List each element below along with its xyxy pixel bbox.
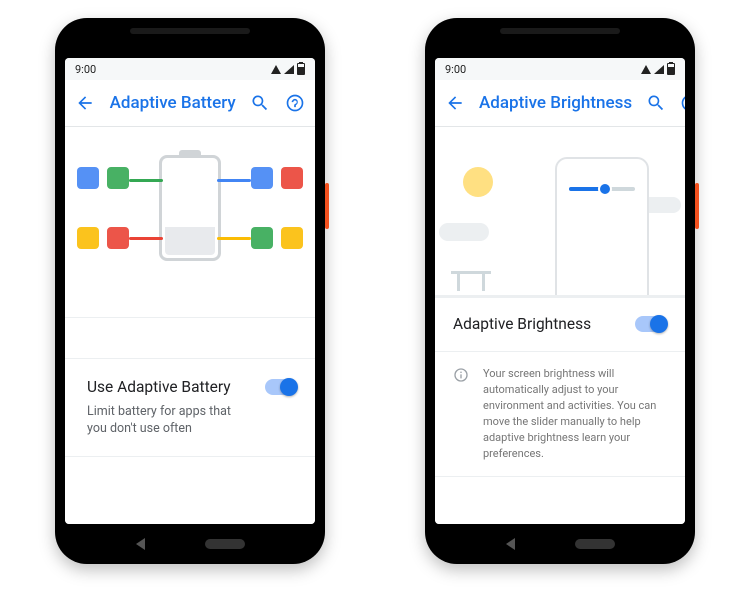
spacer (65, 318, 315, 359)
cloud-illustration (439, 223, 489, 241)
back-button[interactable] (445, 91, 465, 115)
setting-label: Adaptive Brightness (453, 314, 621, 335)
wire (217, 237, 251, 240)
toggle-adaptive-battery[interactable] (265, 379, 297, 395)
setting-row-adaptive-brightness[interactable]: Adaptive Brightness (435, 298, 685, 352)
setting-label: Use Adaptive Battery (87, 377, 251, 398)
status-bar: 9:00 (65, 58, 315, 80)
content-filler (435, 477, 685, 524)
app-bar: Adaptive Battery (65, 80, 315, 127)
app-tile (281, 227, 303, 249)
app-tile (77, 227, 99, 249)
nav-home-pill[interactable] (575, 539, 615, 549)
back-button[interactable] (75, 91, 96, 115)
power-button-accent (695, 183, 699, 229)
search-icon (250, 93, 270, 113)
battery-icon (667, 63, 675, 75)
battery-illustration (159, 155, 221, 261)
phone-illustration (555, 157, 649, 298)
content-filler (65, 457, 315, 524)
device-frame-left: 9:00 Adaptive Battery (55, 18, 325, 564)
screen-left: 9:00 Adaptive Battery (65, 58, 315, 524)
app-tile (281, 167, 303, 189)
screen-right: 9:00 Adaptive Brightness (435, 58, 685, 524)
signal-icon (284, 65, 294, 74)
app-tile (107, 227, 129, 249)
battery-icon (297, 63, 305, 75)
arrow-left-icon (445, 93, 465, 113)
nav-back-button[interactable] (506, 538, 515, 550)
earpiece (130, 28, 250, 34)
search-button[interactable] (250, 91, 271, 115)
info-text: Your screen brightness will automaticall… (483, 366, 667, 462)
search-button[interactable] (646, 91, 666, 115)
nav-bar (425, 532, 695, 556)
device-frame-right: 9:00 Adaptive Brightness (425, 18, 695, 564)
status-clock: 9:00 (445, 63, 466, 76)
status-clock: 9:00 (75, 63, 96, 76)
wifi-icon (641, 65, 651, 74)
help-button[interactable] (284, 91, 305, 115)
help-button[interactable] (680, 91, 685, 115)
wire (129, 179, 163, 182)
page-title: Adaptive Brightness (479, 93, 632, 113)
help-icon (285, 93, 305, 113)
search-icon (646, 93, 666, 113)
hero-illustration-brightness (435, 127, 685, 298)
info-row: Your screen brightness will automaticall… (435, 352, 685, 477)
app-tile (77, 167, 99, 189)
app-bar: Adaptive Brightness (435, 80, 685, 127)
setting-description: Limit battery for apps that you don't us… (87, 404, 251, 438)
toggle-adaptive-brightness[interactable] (635, 316, 667, 332)
brightness-slider-illustration (569, 187, 635, 191)
nav-home-pill[interactable] (205, 539, 245, 549)
nav-bar (55, 532, 325, 556)
info-icon (453, 367, 469, 383)
arrow-left-icon (75, 93, 95, 113)
wire (129, 237, 163, 240)
nav-back-button[interactable] (136, 538, 145, 550)
status-bar: 9:00 (435, 58, 685, 80)
status-indicators (271, 63, 305, 75)
page-title: Adaptive Battery (110, 93, 236, 113)
wire (217, 179, 251, 182)
app-tile (251, 167, 273, 189)
bench-illustration (451, 271, 491, 291)
hero-illustration-battery (65, 127, 315, 318)
app-tile (107, 167, 129, 189)
app-tile (251, 227, 273, 249)
power-button-accent (325, 183, 329, 229)
earpiece (500, 28, 620, 34)
sun-illustration (463, 167, 493, 197)
wifi-icon (271, 65, 281, 74)
status-indicators (641, 63, 675, 75)
signal-icon (654, 65, 664, 74)
help-icon (680, 93, 685, 113)
ground-line (435, 295, 685, 297)
setting-row-adaptive-battery[interactable]: Use Adaptive Battery Limit battery for a… (65, 359, 315, 457)
